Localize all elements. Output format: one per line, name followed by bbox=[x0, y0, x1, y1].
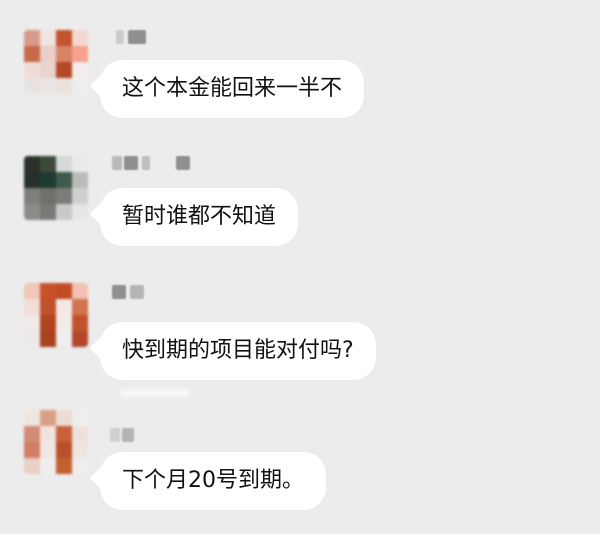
message-bubble[interactable]: 这个本金能回来一半不 bbox=[100, 60, 365, 118]
message-bubble[interactable]: 暂时谁都不知道 bbox=[100, 188, 299, 246]
avatar[interactable] bbox=[24, 410, 88, 474]
divider-artifact bbox=[120, 389, 190, 397]
avatar[interactable] bbox=[24, 156, 88, 220]
avatar[interactable] bbox=[24, 30, 88, 94]
avatar[interactable] bbox=[24, 283, 88, 347]
message-text: 这个本金能回来一半不 bbox=[122, 76, 343, 101]
message-text: 暂时谁都不知道 bbox=[122, 204, 277, 229]
chat-view: 这个本金能回来一半不 暂时谁都不知道 快到期的项目能对付吗? 下个月20号到期。 bbox=[0, 0, 600, 534]
message-text: 快到期的项目能对付吗? bbox=[122, 338, 354, 363]
message-bubble[interactable]: 快到期的项目能对付吗? bbox=[100, 322, 376, 380]
message-text: 下个月20号到期。 bbox=[122, 468, 304, 493]
message-bubble[interactable]: 下个月20号到期。 bbox=[100, 452, 326, 510]
